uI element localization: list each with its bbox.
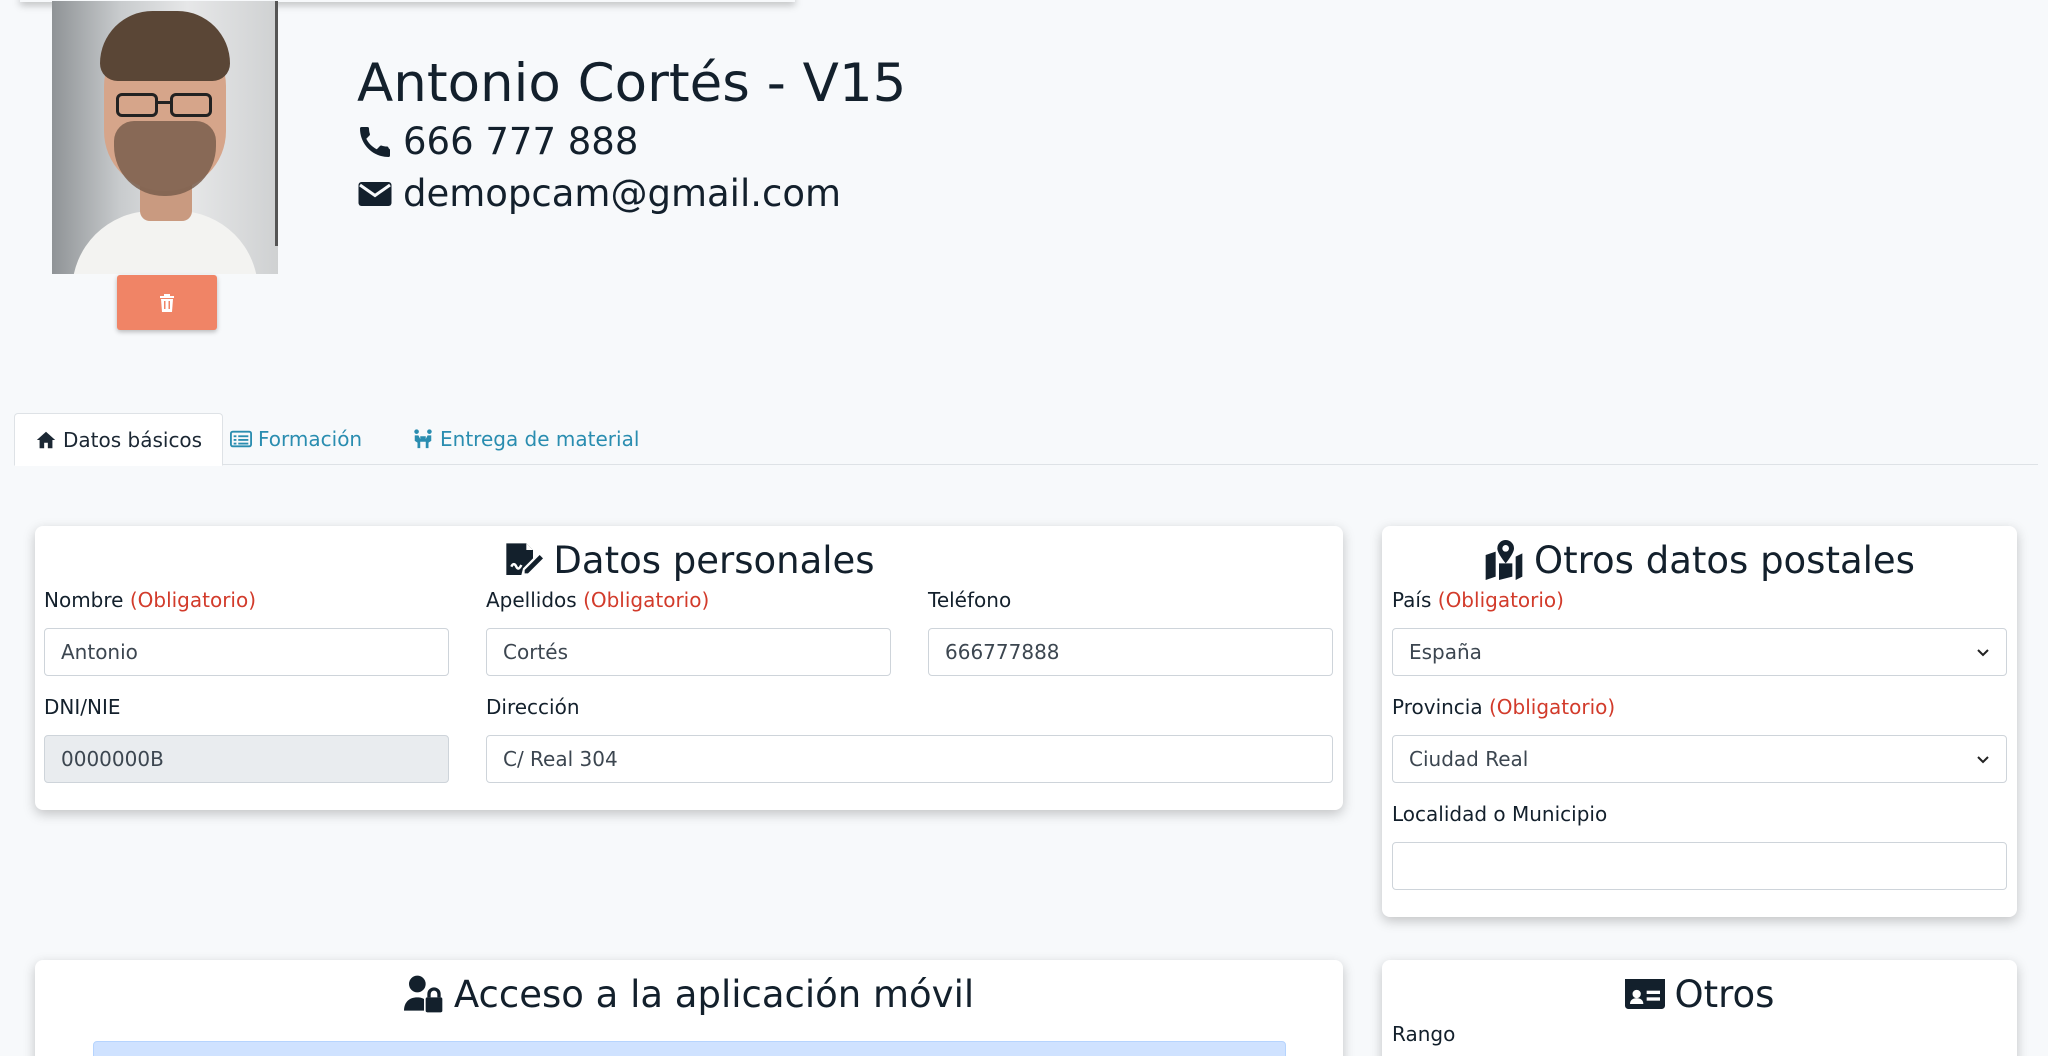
- required-tag: (Obligatorio): [129, 588, 257, 612]
- profile-phone: 666 777 888: [403, 120, 639, 163]
- tab-entrega-material[interactable]: Entrega de material: [392, 413, 659, 465]
- otros-card: Otros Rango: [1382, 960, 2017, 1056]
- telefono-input[interactable]: 666777888: [928, 628, 1333, 676]
- profile-email: demopcam@gmail.com: [403, 172, 842, 215]
- localidad-field: Localidad o Municipio: [1392, 802, 2007, 890]
- tab-datos-basicos[interactable]: Datos básicos: [14, 413, 224, 466]
- profile-photo: [52, 1, 278, 274]
- map-marked-icon: [1485, 540, 1523, 580]
- chevron-down-icon: [1977, 756, 1989, 764]
- nombre-input[interactable]: Antonio: [44, 628, 449, 676]
- personal-data-title: Datos personales: [35, 530, 1343, 590]
- required-tag: (Obligatorio): [583, 588, 710, 612]
- tab-formacion[interactable]: Formación: [210, 413, 382, 465]
- home-icon: [36, 431, 56, 448]
- profile-phone-line: 666 777 888: [357, 116, 906, 168]
- rango-field: Rango: [1392, 1022, 1456, 1046]
- dni-input: 0000000B: [44, 735, 449, 783]
- provincia-select[interactable]: Ciudad Real: [1392, 735, 2007, 783]
- required-tag: (Obligatorio): [1437, 588, 1564, 612]
- direccion-input[interactable]: C/ Real 304: [486, 735, 1333, 783]
- id-card-icon: [1624, 979, 1665, 1009]
- required-tag: (Obligatorio): [1488, 695, 1616, 719]
- profile-email-line: demopcam@gmail.com: [357, 168, 906, 220]
- profile-name: Antonio Cortés - V15: [357, 53, 907, 114]
- list-alt-icon: [230, 430, 252, 448]
- tab-label: Entrega de material: [440, 427, 640, 451]
- tab-label: Formación: [258, 427, 363, 451]
- mobile-access-card: Acceso a la aplicación móvil: [35, 960, 1343, 1056]
- personal-data-card: Datos personales Nombre (Obligatorio) An…: [35, 526, 1343, 810]
- user-lock-icon: [403, 975, 443, 1013]
- postal-data-title: Otros datos postales: [1382, 530, 2017, 590]
- profile-header: Antonio Cortés - V15 666 777 888 demopca…: [357, 52, 906, 220]
- dni-field: DNI/NIE 0000000B: [44, 695, 449, 783]
- tab-bar: Datos básicos Formación Entrega de mater…: [14, 413, 2038, 466]
- nombre-field: Nombre (Obligatorio) Antonio: [44, 588, 449, 676]
- apellidos-field: Apellidos (Obligatorio) Cortés: [486, 588, 891, 676]
- postal-data-card: Otros datos postales País (Obligatorio) …: [1382, 526, 2017, 917]
- envelope-icon: [358, 182, 392, 206]
- delete-photo-button[interactable]: [117, 275, 217, 330]
- apellidos-input[interactable]: Cortés: [486, 628, 891, 676]
- mobile-access-title: Acceso a la aplicación móvil: [35, 964, 1343, 1024]
- provincia-field: Provincia (Obligatorio) Ciudad Real: [1392, 695, 2007, 783]
- telefono-field: Teléfono 666777888: [928, 588, 1333, 676]
- file-signature-icon: [506, 543, 544, 575]
- localidad-input[interactable]: [1392, 842, 2007, 890]
- pais-field: País (Obligatorio) España: [1392, 588, 2007, 676]
- direccion-field: Dirección C/ Real 304: [486, 695, 1333, 783]
- mobile-access-alert: [93, 1041, 1286, 1056]
- people-carry-icon: [414, 429, 432, 449]
- trash-icon: [160, 293, 174, 312]
- otros-title: Otros: [1382, 964, 2017, 1024]
- tab-label: Datos básicos: [63, 427, 203, 452]
- pais-select[interactable]: España: [1392, 628, 2007, 676]
- chevron-down-icon: [1977, 649, 1989, 657]
- phone-icon: [360, 127, 390, 157]
